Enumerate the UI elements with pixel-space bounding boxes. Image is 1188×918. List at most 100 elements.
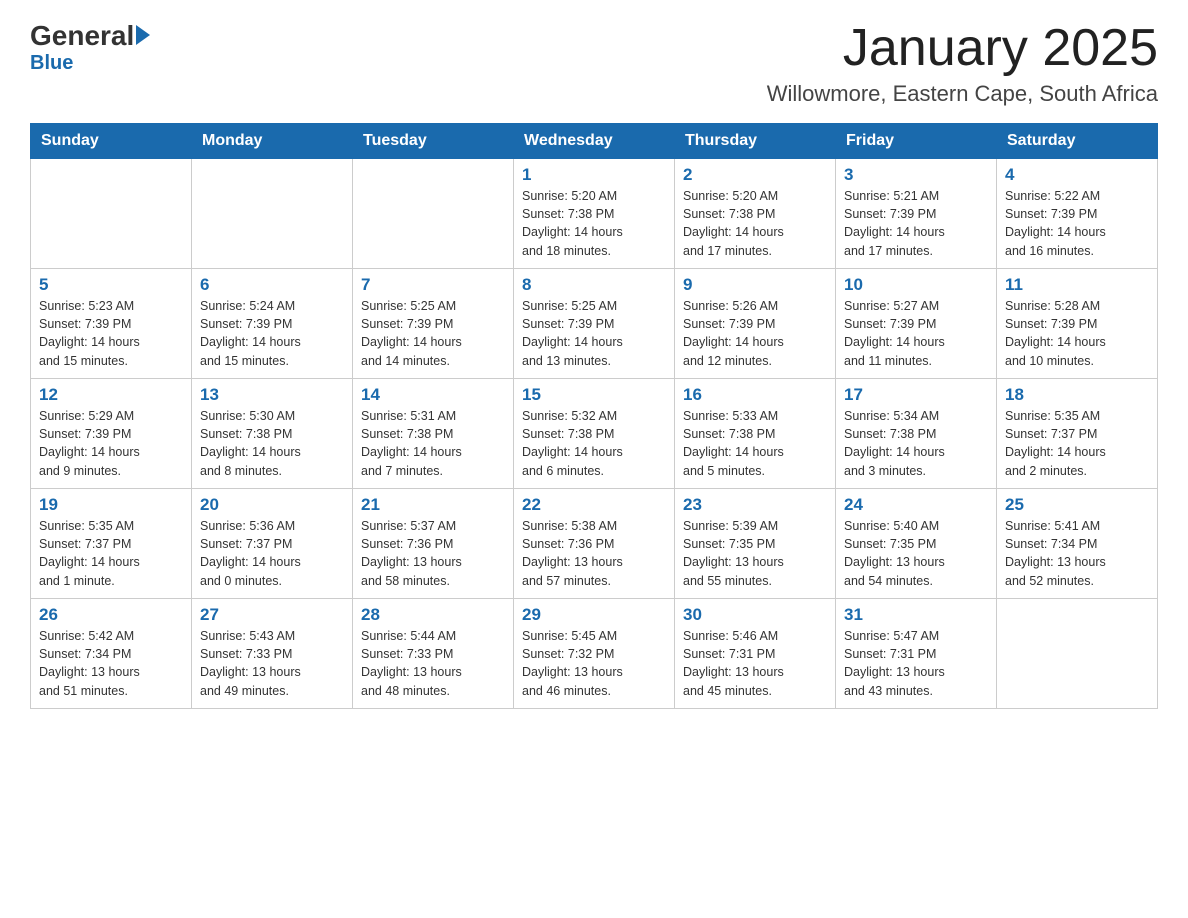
- day-info: Sunrise: 5:38 AM Sunset: 7:36 PM Dayligh…: [522, 517, 666, 590]
- calendar-cell: 7Sunrise: 5:25 AM Sunset: 7:39 PM Daylig…: [353, 269, 514, 379]
- calendar-week-row: 26Sunrise: 5:42 AM Sunset: 7:34 PM Dayli…: [31, 599, 1158, 709]
- day-number: 22: [522, 495, 666, 515]
- day-number: 26: [39, 605, 183, 625]
- calendar-cell: 24Sunrise: 5:40 AM Sunset: 7:35 PM Dayli…: [836, 489, 997, 599]
- day-info: Sunrise: 5:42 AM Sunset: 7:34 PM Dayligh…: [39, 627, 183, 700]
- calendar-cell: 30Sunrise: 5:46 AM Sunset: 7:31 PM Dayli…: [675, 599, 836, 709]
- day-info: Sunrise: 5:20 AM Sunset: 7:38 PM Dayligh…: [522, 187, 666, 260]
- calendar-cell: 1Sunrise: 5:20 AM Sunset: 7:38 PM Daylig…: [514, 159, 675, 269]
- calendar-cell: 8Sunrise: 5:25 AM Sunset: 7:39 PM Daylig…: [514, 269, 675, 379]
- calendar-header-monday: Monday: [192, 124, 353, 159]
- day-number: 15: [522, 385, 666, 405]
- calendar-header-row: SundayMondayTuesdayWednesdayThursdayFrid…: [31, 124, 1158, 159]
- calendar-cell: 28Sunrise: 5:44 AM Sunset: 7:33 PM Dayli…: [353, 599, 514, 709]
- calendar-cell: 14Sunrise: 5:31 AM Sunset: 7:38 PM Dayli…: [353, 379, 514, 489]
- page-header: General Blue January 2025 Willowmore, Ea…: [30, 20, 1158, 107]
- calendar-cell: 15Sunrise: 5:32 AM Sunset: 7:38 PM Dayli…: [514, 379, 675, 489]
- day-info: Sunrise: 5:32 AM Sunset: 7:38 PM Dayligh…: [522, 407, 666, 480]
- day-info: Sunrise: 5:39 AM Sunset: 7:35 PM Dayligh…: [683, 517, 827, 590]
- day-info: Sunrise: 5:35 AM Sunset: 7:37 PM Dayligh…: [39, 517, 183, 590]
- calendar-cell: 12Sunrise: 5:29 AM Sunset: 7:39 PM Dayli…: [31, 379, 192, 489]
- day-number: 7: [361, 275, 505, 295]
- calendar-header-thursday: Thursday: [675, 124, 836, 159]
- day-info: Sunrise: 5:30 AM Sunset: 7:38 PM Dayligh…: [200, 407, 344, 480]
- day-number: 29: [522, 605, 666, 625]
- day-info: Sunrise: 5:22 AM Sunset: 7:39 PM Dayligh…: [1005, 187, 1149, 260]
- calendar-cell: [31, 159, 192, 269]
- day-info: Sunrise: 5:27 AM Sunset: 7:39 PM Dayligh…: [844, 297, 988, 370]
- day-info: Sunrise: 5:25 AM Sunset: 7:39 PM Dayligh…: [522, 297, 666, 370]
- day-number: 8: [522, 275, 666, 295]
- calendar-week-row: 12Sunrise: 5:29 AM Sunset: 7:39 PM Dayli…: [31, 379, 1158, 489]
- day-info: Sunrise: 5:23 AM Sunset: 7:39 PM Dayligh…: [39, 297, 183, 370]
- day-number: 21: [361, 495, 505, 515]
- day-info: Sunrise: 5:47 AM Sunset: 7:31 PM Dayligh…: [844, 627, 988, 700]
- day-number: 24: [844, 495, 988, 515]
- calendar-cell: 5Sunrise: 5:23 AM Sunset: 7:39 PM Daylig…: [31, 269, 192, 379]
- day-number: 28: [361, 605, 505, 625]
- day-info: Sunrise: 5:26 AM Sunset: 7:39 PM Dayligh…: [683, 297, 827, 370]
- calendar-cell: 13Sunrise: 5:30 AM Sunset: 7:38 PM Dayli…: [192, 379, 353, 489]
- day-info: Sunrise: 5:44 AM Sunset: 7:33 PM Dayligh…: [361, 627, 505, 700]
- calendar-cell: 19Sunrise: 5:35 AM Sunset: 7:37 PM Dayli…: [31, 489, 192, 599]
- calendar-cell: 10Sunrise: 5:27 AM Sunset: 7:39 PM Dayli…: [836, 269, 997, 379]
- calendar-cell: 3Sunrise: 5:21 AM Sunset: 7:39 PM Daylig…: [836, 159, 997, 269]
- calendar-cell: 17Sunrise: 5:34 AM Sunset: 7:38 PM Dayli…: [836, 379, 997, 489]
- calendar-header-saturday: Saturday: [997, 124, 1158, 159]
- day-number: 6: [200, 275, 344, 295]
- day-info: Sunrise: 5:46 AM Sunset: 7:31 PM Dayligh…: [683, 627, 827, 700]
- calendar-cell: [192, 159, 353, 269]
- location: Willowmore, Eastern Cape, South Africa: [767, 81, 1158, 107]
- calendar-cell: [353, 159, 514, 269]
- calendar-cell: 2Sunrise: 5:20 AM Sunset: 7:38 PM Daylig…: [675, 159, 836, 269]
- day-number: 2: [683, 165, 827, 185]
- calendar-cell: 9Sunrise: 5:26 AM Sunset: 7:39 PM Daylig…: [675, 269, 836, 379]
- calendar-cell: 31Sunrise: 5:47 AM Sunset: 7:31 PM Dayli…: [836, 599, 997, 709]
- calendar-cell: 6Sunrise: 5:24 AM Sunset: 7:39 PM Daylig…: [192, 269, 353, 379]
- day-info: Sunrise: 5:34 AM Sunset: 7:38 PM Dayligh…: [844, 407, 988, 480]
- calendar-cell: 29Sunrise: 5:45 AM Sunset: 7:32 PM Dayli…: [514, 599, 675, 709]
- calendar-cell: 18Sunrise: 5:35 AM Sunset: 7:37 PM Dayli…: [997, 379, 1158, 489]
- day-number: 19: [39, 495, 183, 515]
- logo-blue: Blue: [30, 52, 73, 75]
- title-section: January 2025 Willowmore, Eastern Cape, S…: [767, 20, 1158, 107]
- calendar-cell: 11Sunrise: 5:28 AM Sunset: 7:39 PM Dayli…: [997, 269, 1158, 379]
- calendar-cell: 23Sunrise: 5:39 AM Sunset: 7:35 PM Dayli…: [675, 489, 836, 599]
- day-info: Sunrise: 5:40 AM Sunset: 7:35 PM Dayligh…: [844, 517, 988, 590]
- day-number: 13: [200, 385, 344, 405]
- calendar-cell: 4Sunrise: 5:22 AM Sunset: 7:39 PM Daylig…: [997, 159, 1158, 269]
- day-number: 10: [844, 275, 988, 295]
- day-number: 23: [683, 495, 827, 515]
- day-info: Sunrise: 5:24 AM Sunset: 7:39 PM Dayligh…: [200, 297, 344, 370]
- calendar-header-sunday: Sunday: [31, 124, 192, 159]
- calendar-cell: 21Sunrise: 5:37 AM Sunset: 7:36 PM Dayli…: [353, 489, 514, 599]
- day-info: Sunrise: 5:41 AM Sunset: 7:34 PM Dayligh…: [1005, 517, 1149, 590]
- calendar-week-row: 1Sunrise: 5:20 AM Sunset: 7:38 PM Daylig…: [31, 159, 1158, 269]
- day-number: 31: [844, 605, 988, 625]
- day-number: 4: [1005, 165, 1149, 185]
- calendar-cell: [997, 599, 1158, 709]
- calendar-table: SundayMondayTuesdayWednesdayThursdayFrid…: [30, 123, 1158, 709]
- day-info: Sunrise: 5:25 AM Sunset: 7:39 PM Dayligh…: [361, 297, 505, 370]
- logo-general-text: General: [30, 20, 134, 52]
- day-info: Sunrise: 5:35 AM Sunset: 7:37 PM Dayligh…: [1005, 407, 1149, 480]
- calendar-cell: 22Sunrise: 5:38 AM Sunset: 7:36 PM Dayli…: [514, 489, 675, 599]
- calendar-header-wednesday: Wednesday: [514, 124, 675, 159]
- calendar-cell: 26Sunrise: 5:42 AM Sunset: 7:34 PM Dayli…: [31, 599, 192, 709]
- logo-general: General: [30, 20, 150, 52]
- day-info: Sunrise: 5:36 AM Sunset: 7:37 PM Dayligh…: [200, 517, 344, 590]
- day-number: 20: [200, 495, 344, 515]
- calendar-cell: 20Sunrise: 5:36 AM Sunset: 7:37 PM Dayli…: [192, 489, 353, 599]
- day-number: 25: [1005, 495, 1149, 515]
- calendar-cell: 25Sunrise: 5:41 AM Sunset: 7:34 PM Dayli…: [997, 489, 1158, 599]
- day-number: 18: [1005, 385, 1149, 405]
- logo: General Blue: [30, 20, 150, 75]
- calendar-week-row: 5Sunrise: 5:23 AM Sunset: 7:39 PM Daylig…: [31, 269, 1158, 379]
- logo-blue-text: Blue: [30, 52, 73, 75]
- day-number: 16: [683, 385, 827, 405]
- day-info: Sunrise: 5:37 AM Sunset: 7:36 PM Dayligh…: [361, 517, 505, 590]
- logo-triangle-icon: [136, 25, 150, 45]
- calendar-header-tuesday: Tuesday: [353, 124, 514, 159]
- day-info: Sunrise: 5:21 AM Sunset: 7:39 PM Dayligh…: [844, 187, 988, 260]
- day-number: 9: [683, 275, 827, 295]
